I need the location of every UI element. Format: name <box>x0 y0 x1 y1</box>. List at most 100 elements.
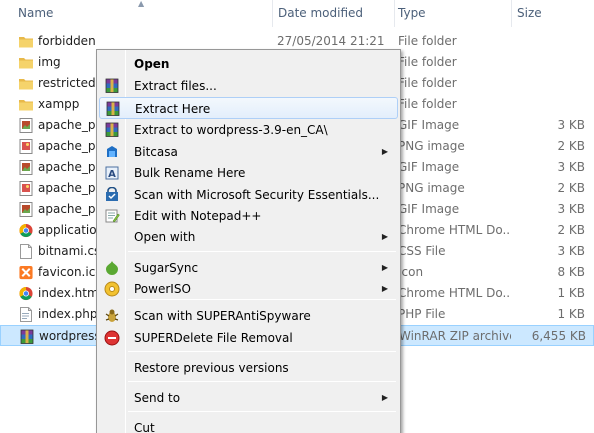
menu-item-label: Bulk Rename Here <box>134 166 246 180</box>
context-menu: Open Extract files... Extract Here Extract … <box>96 49 401 433</box>
security-essentials-icon <box>104 186 120 203</box>
submenu-arrow-icon: ▶ <box>381 232 388 241</box>
png-image-icon <box>18 139 34 154</box>
file-size: 3 KB <box>557 160 585 174</box>
file-size: 8 KB <box>557 265 585 279</box>
file-name: apache_pb2 <box>38 160 98 174</box>
menu-item-label: Open with <box>134 230 196 244</box>
menu-item-bitcasa[interactable]: Bitcasa ▶ <box>99 141 398 163</box>
winrar-icon <box>104 122 120 138</box>
file-name: apache_pb. <box>38 118 98 132</box>
file-name: index.php <box>38 307 98 321</box>
file-size: 6,455 KB <box>531 329 586 343</box>
file-size: 3 KB <box>557 118 585 132</box>
file-type: GIF Image <box>398 160 460 174</box>
file-type: File folder <box>398 55 457 69</box>
column-name[interactable]: Name <box>10 0 53 27</box>
file-name: favicon.ico <box>38 265 98 279</box>
file-name: img <box>38 55 61 69</box>
menu-item-scan-superantispyware[interactable]: Scan with SUPERAntiSpyware <box>99 305 398 327</box>
column-size[interactable]: Size <box>509 0 542 27</box>
file-name: apache_pb2 <box>38 181 98 195</box>
menu-item-label: Edit with Notepad++ <box>134 209 262 223</box>
file-name: apache_pb. <box>38 139 98 153</box>
menu-item-restore-previous-versions[interactable]: Restore previous versions <box>99 357 398 379</box>
menu-separator <box>128 381 396 382</box>
poweriso-icon <box>104 281 120 297</box>
superantispyware-icon <box>104 308 120 324</box>
menu-separator <box>128 411 396 412</box>
menu-item-label: SugarSync <box>134 261 199 275</box>
bitcasa-icon <box>104 144 120 160</box>
file-size: 3 KB <box>557 244 585 258</box>
column-date-modified[interactable]: Date modified <box>270 0 363 27</box>
file-size <box>510 94 585 115</box>
winrar-icon <box>19 329 35 344</box>
winrar-icon <box>105 101 121 117</box>
file-type: File folder <box>398 97 457 111</box>
file-size: 2 KB <box>557 139 585 153</box>
menu-item-label: Extract to wordpress-3.9-en_CA\ <box>134 123 328 137</box>
column-header: Name ▲ Date modified Type Size <box>0 0 594 27</box>
menu-item-label: Extract Here <box>135 102 211 116</box>
file-type: File folder <box>398 76 457 90</box>
menu-item-extract-to[interactable]: Extract to wordpress-3.9-en_CA\ <box>99 119 398 141</box>
file-size <box>510 31 585 52</box>
xampp-icon <box>18 265 34 280</box>
file-size <box>510 52 585 73</box>
menu-item-send-to[interactable]: Send to ▶ <box>99 387 398 409</box>
file-type: Icon <box>398 265 424 279</box>
file-type: GIF Image <box>398 118 460 132</box>
menu-item-extract-files[interactable]: Extract files... <box>99 75 398 97</box>
php-file-icon <box>18 307 34 322</box>
menu-item-superdelete[interactable]: SUPERDelete File Removal <box>99 327 398 349</box>
file-size: 1 KB <box>557 286 585 300</box>
menu-separator <box>128 251 396 252</box>
file-size: 2 KB <box>557 223 585 237</box>
file-type: PHP File <box>398 307 446 321</box>
menu-item-scan-security-essentials[interactable]: Scan with Microsoft Security Essentials.… <box>99 184 398 206</box>
file-name: wordpress- <box>39 329 99 343</box>
menu-item-extract-here[interactable]: Extract Here <box>99 97 398 119</box>
menu-item-edit-notepad[interactable]: Edit with Notepad++ <box>99 205 398 227</box>
menu-item-label: Send to <box>134 391 181 405</box>
gif-image-icon <box>18 118 34 133</box>
file-name: forbidden <box>38 34 96 48</box>
menu-item-label: SUPERDelete File Removal <box>134 331 293 345</box>
menu-item-label: Cut <box>134 421 155 433</box>
file-name: bitnami.css <box>38 244 98 258</box>
submenu-arrow-icon: ▶ <box>381 284 388 293</box>
menu-item-open[interactable]: Open <box>99 53 398 75</box>
folder-icon <box>18 34 34 49</box>
file-name: apache_pb2 <box>38 202 98 216</box>
menu-item-sugarsync[interactable]: SugarSync ▶ <box>99 257 398 279</box>
bulk-rename-icon: A <box>104 165 120 181</box>
menu-item-open-with[interactable]: Open with ▶ <box>99 226 398 248</box>
menu-item-cut[interactable]: Cut <box>99 417 398 433</box>
file-type: File folder <box>398 34 457 48</box>
menu-item-label: Scan with Microsoft Security Essentials.… <box>134 188 380 202</box>
column-type[interactable]: Type <box>390 0 426 27</box>
folder-icon <box>18 55 34 70</box>
winrar-icon <box>104 78 120 94</box>
svg-text:A: A <box>108 169 116 180</box>
file-type: Chrome HTML Do... <box>398 223 510 237</box>
menu-item-label: Extract files... <box>134 79 217 93</box>
file-type: GIF Image <box>398 202 460 216</box>
chrome-icon <box>18 286 34 301</box>
menu-item-poweriso[interactable]: PowerISO ▶ <box>99 278 398 300</box>
menu-item-label: Scan with SUPERAntiSpyware <box>134 309 311 323</box>
file-name: restricted <box>38 76 96 90</box>
file-name: index.html <box>38 286 98 300</box>
file-type: PNG image <box>398 181 465 195</box>
file-type: Chrome HTML Do... <box>398 286 510 300</box>
folder-icon <box>18 97 34 112</box>
notepad-plus-plus-icon <box>104 208 120 224</box>
menu-item-bulk-rename[interactable]: A Bulk Rename Here <box>99 162 398 184</box>
menu-item-label: Open <box>134 57 170 71</box>
chrome-icon <box>18 223 34 238</box>
file-type: PNG image <box>398 139 465 153</box>
menu-item-label: Bitcasa <box>134 145 178 159</box>
gif-image-icon <box>18 202 34 217</box>
file-type: WinRAR ZIP archive <box>399 329 511 343</box>
